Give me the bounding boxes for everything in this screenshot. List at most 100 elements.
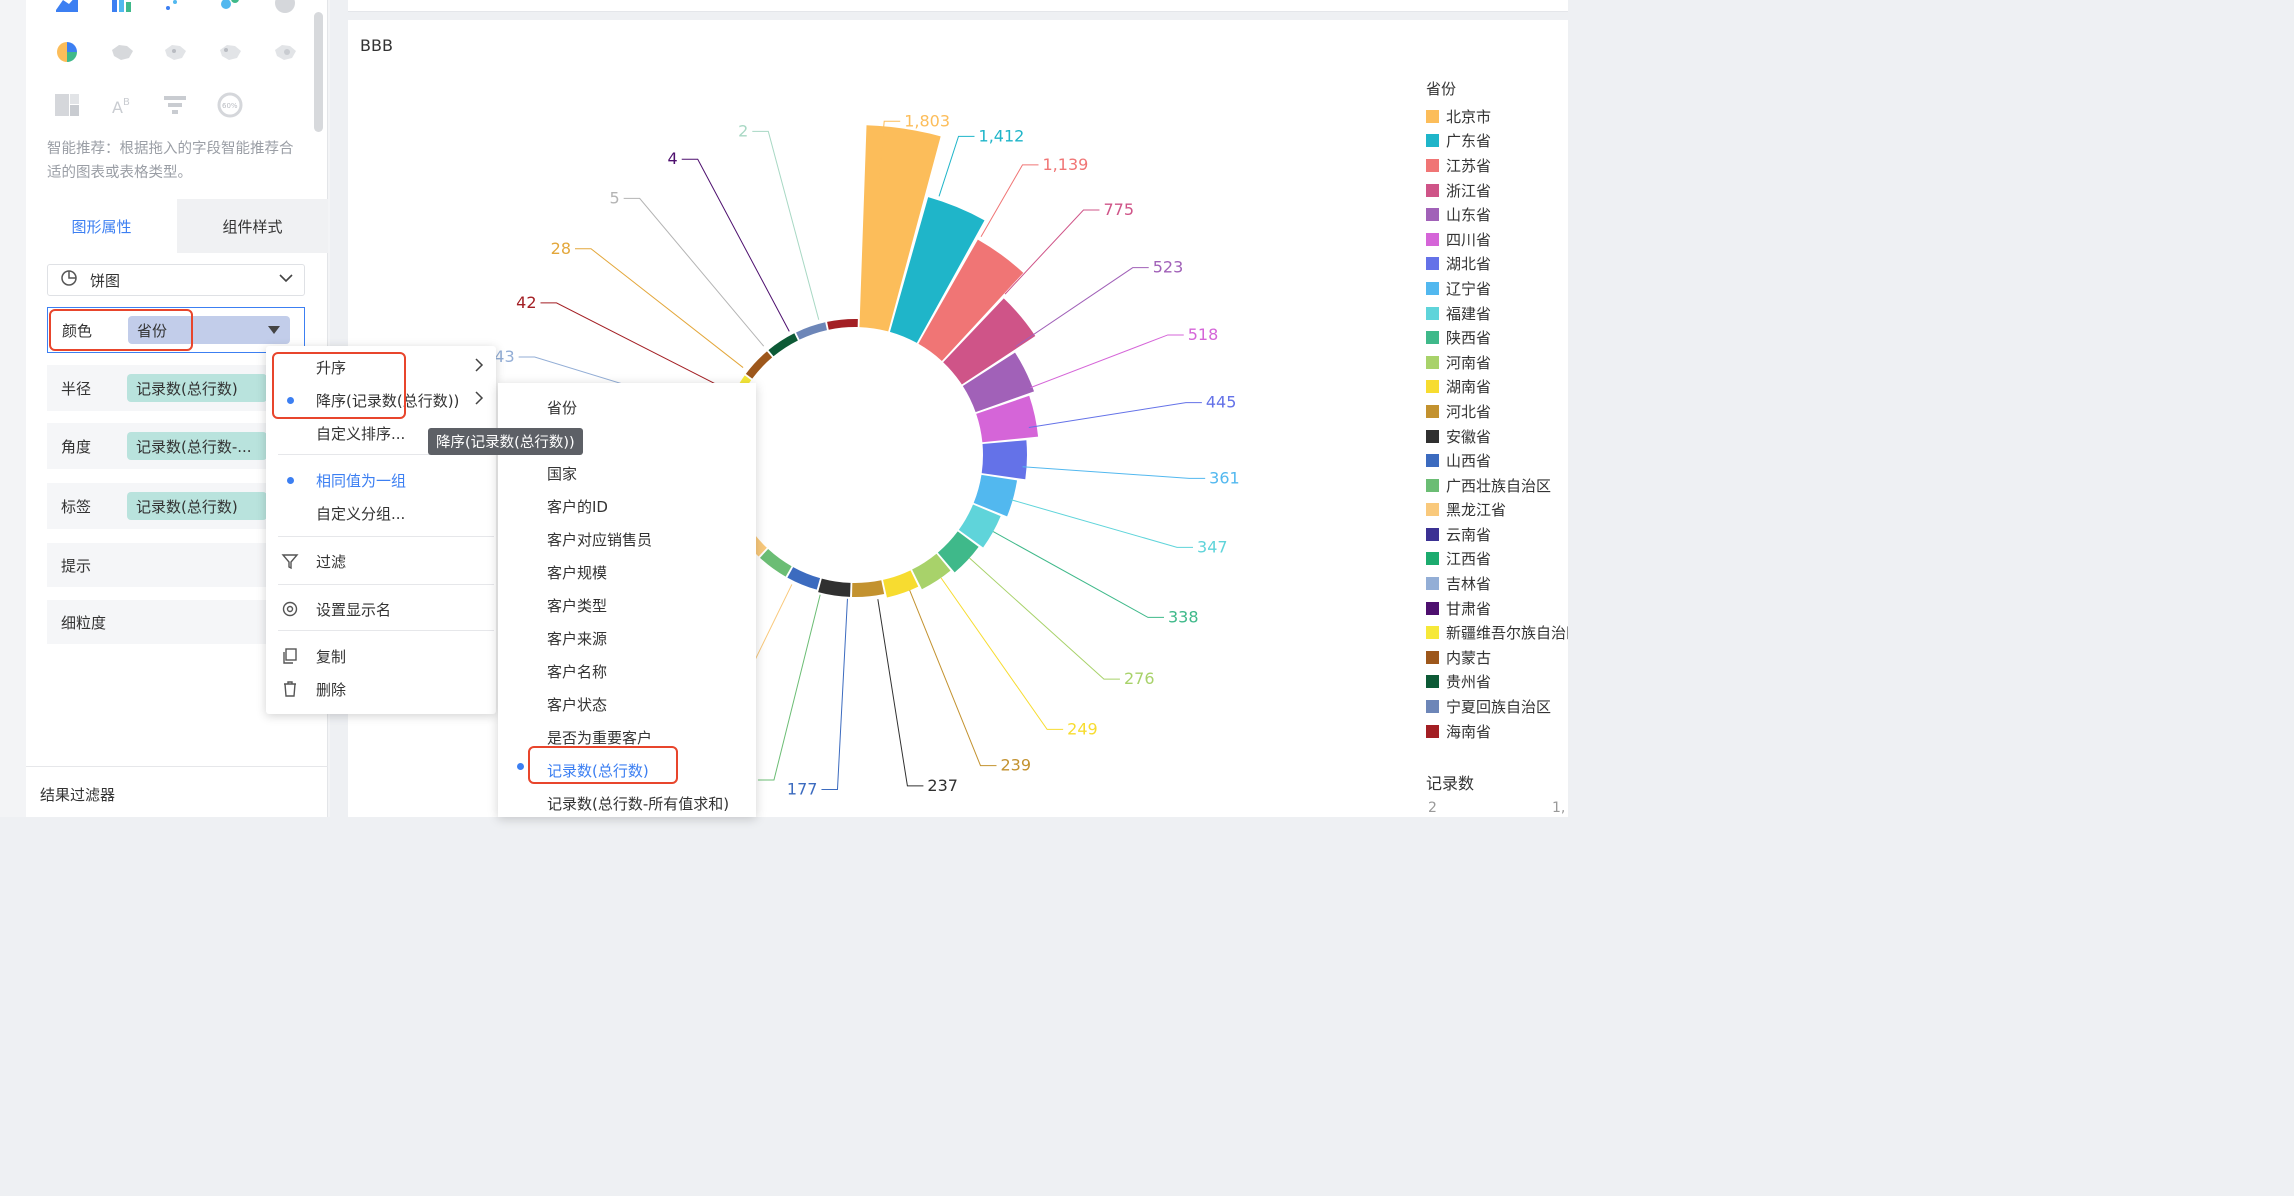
legend-item[interactable]: 新疆维吾尔族自治区 [1426, 620, 1568, 645]
data-label: 276 [1124, 669, 1155, 688]
legend-item[interactable]: 湖北省 [1426, 252, 1568, 277]
leader-line [1028, 402, 1202, 428]
data-label: 338 [1168, 607, 1199, 626]
rose-slice[interactable] [787, 567, 821, 590]
legend-swatch [1426, 183, 1439, 197]
rose-slice[interactable] [827, 319, 858, 330]
leader-line [757, 594, 821, 781]
legend-label: 陕西省 [1446, 329, 1492, 348]
rose-slice[interactable] [981, 440, 1027, 480]
legend-swatch [1426, 134, 1439, 148]
leader-line [752, 130, 820, 320]
legend-label: 山西省 [1446, 452, 1492, 471]
menu-tooltip: 降序(记录数(总行数)) [428, 428, 583, 455]
submenu-item[interactable]: 省份 [547, 397, 577, 418]
legend-item[interactable]: 甘肃省 [1426, 596, 1568, 621]
data-label: 28 [551, 239, 571, 258]
submenu-item[interactable]: 国家 [547, 463, 577, 484]
legend-item[interactable]: 海南省 [1426, 719, 1568, 744]
submenu-item[interactable]: 记录数(总行数-所有值求和) [547, 793, 729, 814]
legend-label: 湖北省 [1446, 255, 1492, 274]
highlight-box [49, 309, 193, 351]
menu-separator [278, 630, 494, 631]
legend-label: 内蒙古 [1446, 648, 1492, 667]
rose-slice[interactable] [852, 580, 885, 597]
menu-item-same-group[interactable]: 相同值为一组 [266, 465, 496, 495]
legend-item[interactable]: 福建省 [1426, 301, 1568, 326]
legend-label: 甘肃省 [1446, 599, 1492, 618]
data-label: 177 [787, 780, 818, 799]
legend-item[interactable]: 山东省 [1426, 202, 1568, 227]
legend-swatch [1426, 650, 1439, 664]
submenu-item[interactable]: 客户的ID [547, 496, 608, 517]
legend-item[interactable]: 贵州省 [1426, 670, 1568, 695]
legend-item[interactable]: 河北省 [1426, 399, 1568, 424]
legend-item[interactable]: 辽宁省 [1426, 276, 1568, 301]
legend-label: 云南省 [1446, 525, 1492, 544]
legend-swatch [1426, 109, 1439, 123]
legend-swatch [1426, 306, 1439, 320]
submenu-item[interactable]: 客户来源 [547, 628, 607, 649]
rose-slice[interactable] [883, 570, 919, 598]
data-label: 43 [494, 347, 514, 366]
legend-label: 山东省 [1446, 206, 1492, 225]
submenu-item[interactable]: 客户名称 [547, 661, 607, 682]
rose-slice[interactable] [759, 549, 792, 577]
rose-slice[interactable] [745, 351, 773, 379]
highlight-box [272, 352, 406, 419]
custom-sort-label: 自定义排序... [316, 424, 406, 443]
legend-item[interactable]: 吉林省 [1426, 571, 1568, 596]
legend-item[interactable]: 湖南省 [1426, 375, 1568, 400]
legend-item[interactable]: 宁夏回族自治区 [1426, 694, 1568, 719]
legend-swatch [1426, 232, 1439, 246]
legend-item[interactable]: 安徽省 [1426, 424, 1568, 449]
legend-label: 广东省 [1446, 132, 1492, 151]
submenu-item[interactable]: 是否为重要客户 [547, 727, 652, 748]
display-name-label: 设置显示名 [316, 600, 392, 619]
data-label: 445 [1206, 393, 1237, 412]
submenu-item[interactable]: 客户类型 [547, 595, 607, 616]
rose-slice[interactable] [796, 322, 827, 340]
legend-item[interactable]: 浙江省 [1426, 178, 1568, 203]
leader-line [1022, 466, 1206, 479]
rose-chart: 1,803 1,412 1,139 775 523 518 445 361 347 338 276 2… [494, 111, 1239, 799]
menu-item-filter[interactable]: 过滤 [266, 546, 496, 576]
submenu-item[interactable]: 客户状态 [547, 694, 607, 715]
submenu-item[interactable]: 客户规模 [547, 562, 607, 583]
legend-label: 河南省 [1446, 353, 1492, 372]
menu-item-delete[interactable]: 删除 [266, 674, 496, 704]
menu-item-display-name[interactable]: 设置显示名 [266, 594, 496, 624]
legend-item[interactable]: 江苏省 [1426, 153, 1568, 178]
submenu-item[interactable]: 客户对应销售员 [547, 529, 652, 550]
legend-item[interactable]: 云南省 [1426, 522, 1568, 547]
legend-item[interactable]: 四川省 [1426, 227, 1568, 252]
legend-item[interactable]: 广西壮族自治区 [1426, 473, 1568, 498]
selected-dot-icon [517, 763, 524, 770]
chevron-right-icon [474, 390, 484, 410]
legend-swatch [1426, 626, 1439, 640]
legend-item[interactable]: 河南省 [1426, 350, 1568, 375]
legend-swatch [1426, 454, 1439, 468]
legend-item[interactable]: 内蒙古 [1426, 645, 1568, 670]
data-label: 347 [1197, 537, 1228, 556]
rose-slice[interactable] [818, 578, 851, 597]
legend-swatch [1426, 552, 1439, 566]
legend-item[interactable]: 北京市 [1426, 104, 1568, 129]
legend-label: 福建省 [1446, 304, 1492, 323]
legend-item[interactable]: 山西省 [1426, 448, 1568, 473]
legend-swatch [1426, 281, 1439, 295]
leader-line [1010, 499, 1194, 548]
legend-item[interactable]: 黑龙江省 [1426, 498, 1568, 523]
menu-item-custom-group[interactable]: 自定义分组... [266, 498, 496, 528]
legend-item[interactable]: 陕西省 [1426, 325, 1568, 350]
legend-item[interactable]: 江西省 [1426, 547, 1568, 572]
size-legend-max: 1, [1552, 800, 1566, 816]
leader-line [623, 197, 765, 347]
legend-swatch [1426, 404, 1439, 418]
rose-slice[interactable] [768, 333, 798, 357]
menu-item-copy[interactable]: 复制 [266, 641, 496, 671]
legend-label: 湖南省 [1446, 378, 1492, 397]
legend-swatch [1426, 331, 1439, 345]
data-label: 2 [738, 121, 748, 140]
legend-item[interactable]: 广东省 [1426, 129, 1568, 154]
